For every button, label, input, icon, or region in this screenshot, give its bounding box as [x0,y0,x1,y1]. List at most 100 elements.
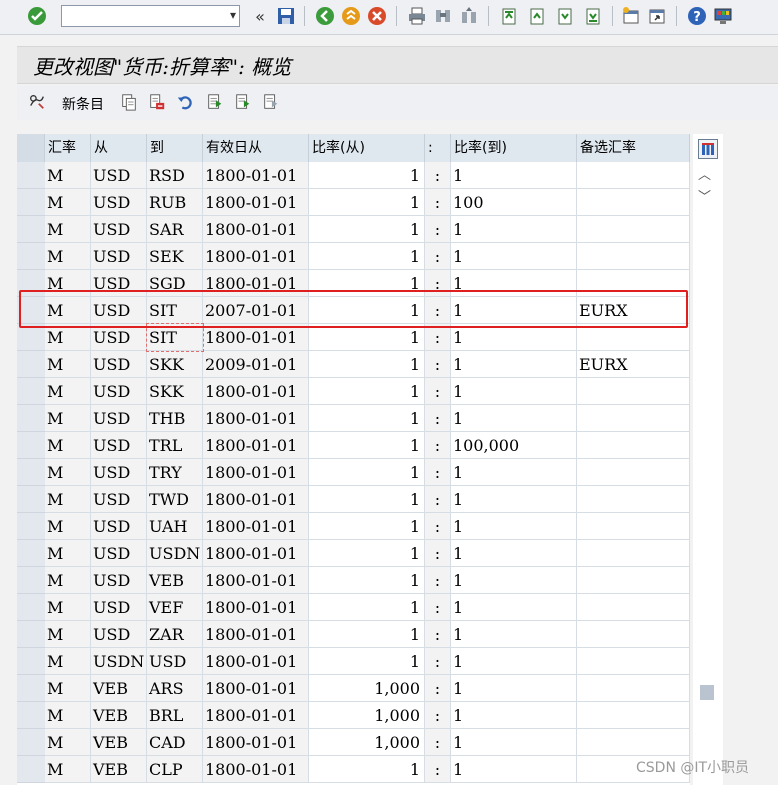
cell-alt[interactable] [577,243,690,270]
cell-ratio-to[interactable]: 1 [451,486,577,513]
row-selector[interactable] [17,162,45,189]
cell-ratio-from[interactable]: 1 [309,513,425,540]
cell-ratio-to[interactable]: 1 [451,756,577,783]
row-selector[interactable] [17,540,45,567]
col-header-rate-type[interactable]: 汇率 [45,134,91,162]
copy-as-icon[interactable] [119,92,139,112]
cell-alt[interactable] [577,189,690,216]
cell-ratio-to[interactable]: 1 [451,621,577,648]
create-session-icon[interactable] [620,5,642,27]
row-selector[interactable] [17,513,45,540]
command-field[interactable]: ▾ [61,5,240,27]
customize-layout-icon[interactable] [712,5,734,27]
cell-alt[interactable] [577,432,690,459]
cell-ratio-from[interactable]: 1 [309,162,425,189]
cell-ratio-from[interactable]: 1,000 [309,702,425,729]
cell-ratio-from[interactable]: 1 [309,189,425,216]
help-icon[interactable]: ? [686,5,708,27]
chevron-down-icon[interactable]: ▾ [230,8,236,22]
find-next-icon[interactable] [458,5,480,27]
cell-ratio-from[interactable]: 1 [309,216,425,243]
enter-icon[interactable] [26,5,48,27]
previous-page-icon[interactable] [526,5,548,27]
first-page-icon[interactable] [498,5,520,27]
cell-ratio-from[interactable]: 1 [309,594,425,621]
cell-alt[interactable] [577,702,690,729]
cell-ratio-from[interactable]: 1 [309,486,425,513]
edit-display-icon[interactable] [27,92,47,112]
cell-ratio-to[interactable]: 1 [451,459,577,486]
new-entries-button[interactable]: 新条目 [62,94,104,114]
cell-ratio-from[interactable]: 1 [309,324,425,351]
cell-alt[interactable] [577,459,690,486]
row-selector[interactable] [17,378,45,405]
select-block-icon[interactable] [233,92,253,112]
row-selector[interactable] [17,702,45,729]
cell-ratio-from[interactable]: 1 [309,540,425,567]
cell-ratio-to[interactable]: 1 [451,648,577,675]
undo-icon[interactable] [175,92,195,112]
history-icon[interactable]: « [249,5,271,27]
cell-ratio-from[interactable]: 1 [309,432,425,459]
deselect-all-icon[interactable] [261,92,281,112]
cell-alt[interactable] [577,216,690,243]
cell-alt[interactable] [577,405,690,432]
cell-alt[interactable]: EURX [577,351,690,378]
cancel-icon[interactable] [366,5,388,27]
row-selector[interactable] [17,594,45,621]
cell-alt[interactable] [577,567,690,594]
scroll-up-icon[interactable]: ︿ [698,164,711,183]
cell-ratio-from[interactable]: 1 [309,243,425,270]
find-icon[interactable] [432,5,454,27]
last-page-icon[interactable] [582,5,604,27]
cell-ratio-from[interactable]: 1 [309,648,425,675]
cell-ratio-from[interactable]: 1 [309,405,425,432]
select-all-icon[interactable] [205,92,225,112]
save-icon[interactable] [275,5,297,27]
cell-alt[interactable] [577,621,690,648]
cell-ratio-to[interactable]: 1 [451,567,577,594]
col-header-to[interactable]: 到 [147,134,203,162]
row-selector[interactable] [17,405,45,432]
col-header-alt-rate[interactable]: 备选汇率 [577,134,690,162]
cell-ratio-to[interactable]: 1 [451,729,577,756]
row-selector[interactable] [17,243,45,270]
cell-ratio-from[interactable]: 1,000 [309,729,425,756]
row-selector[interactable] [17,567,45,594]
cell-ratio-to[interactable]: 1 [451,513,577,540]
cell-ratio-to[interactable]: 1 [451,405,577,432]
cell-ratio-from[interactable]: 1 [309,567,425,594]
row-selector[interactable] [17,324,45,351]
cell-alt[interactable] [577,162,690,189]
delete-icon[interactable] [147,92,167,112]
cell-ratio-to[interactable]: 100 [451,189,577,216]
cell-ratio-to[interactable]: 1 [451,702,577,729]
cell-ratio-to[interactable]: 1 [451,594,577,621]
scroll-down-icon[interactable]: ﹀ [698,186,711,205]
cell-alt[interactable] [577,594,690,621]
cell-ratio-from[interactable]: 1 [309,351,425,378]
row-selector[interactable] [17,216,45,243]
row-selector[interactable] [17,675,45,702]
cell-ratio-from[interactable]: 1,000 [309,675,425,702]
cell-alt[interactable] [577,540,690,567]
cell-ratio-from[interactable]: 1 [309,756,425,783]
row-selector[interactable] [17,729,45,756]
next-page-icon[interactable] [554,5,576,27]
table-settings-icon[interactable] [698,139,718,159]
scroll-thumb[interactable] [700,685,714,700]
row-selector[interactable] [17,459,45,486]
row-selector[interactable] [17,189,45,216]
col-header-separator[interactable]: : [425,134,451,162]
row-selector[interactable] [17,432,45,459]
exit-icon[interactable] [340,5,362,27]
cell-ratio-to[interactable]: 1 [451,540,577,567]
cell-alt[interactable] [577,675,690,702]
cell-alt[interactable] [577,648,690,675]
cell-alt[interactable] [577,324,690,351]
cell-ratio-to[interactable]: 1 [451,378,577,405]
col-header-ratio-to[interactable]: 比率(到) [451,134,577,162]
cell-ratio-from[interactable]: 1 [309,378,425,405]
back-icon[interactable] [314,5,336,27]
print-icon[interactable] [406,5,428,27]
